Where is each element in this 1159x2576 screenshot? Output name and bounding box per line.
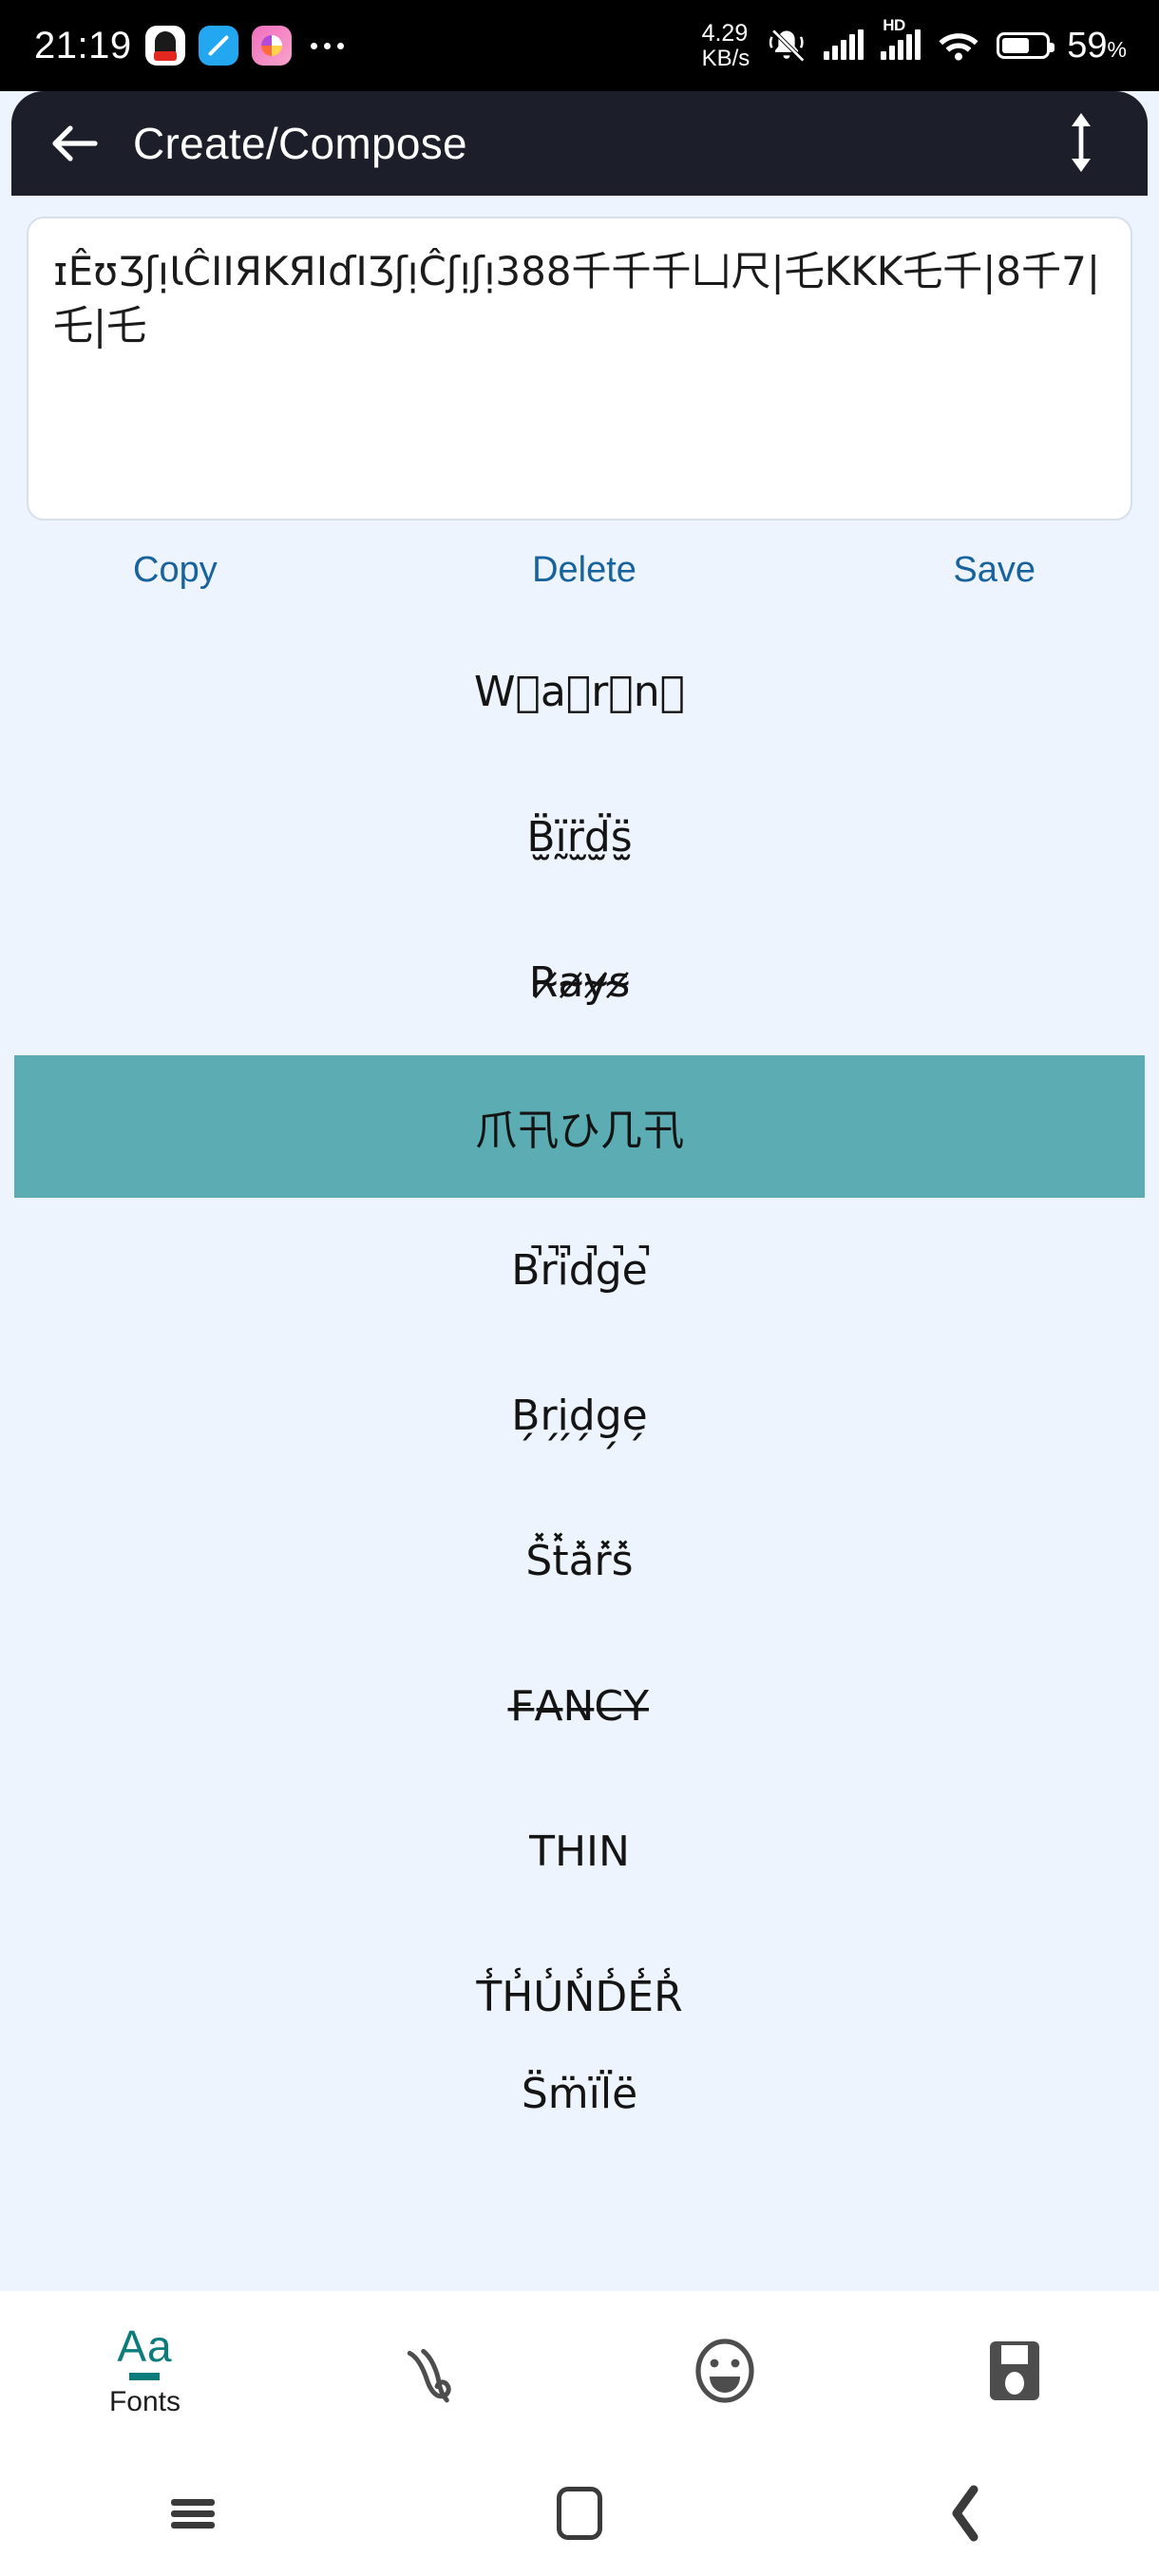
home-square-icon[interactable] xyxy=(522,2475,636,2551)
font-style-warn[interactable]: W⃠a⃠r⃠n⃠ xyxy=(0,619,1159,765)
save-floppy-icon xyxy=(989,2341,1039,2400)
font-style-smile[interactable]: S̈m̈ïl̈ë xyxy=(0,2070,1159,2127)
safari-app-icon xyxy=(198,26,238,66)
hd-label: HD xyxy=(883,16,905,34)
hd-signal-bars-icon: HD xyxy=(881,16,922,60)
tab-decorations[interactable] xyxy=(290,2338,580,2404)
delete-button[interactable]: Delete xyxy=(434,550,735,591)
back-arrow-icon[interactable] xyxy=(44,113,104,174)
status-clock: 21:19 xyxy=(34,24,132,66)
font-style-birds[interactable]: B̫̈ḭ̈r̫̈d̫̈s̫̈ xyxy=(0,765,1159,910)
emoji-smiley-icon xyxy=(694,2339,754,2403)
system-back-icon[interactable] xyxy=(909,2475,1023,2551)
wifi-icon xyxy=(939,33,978,61)
page-title: Create/Compose xyxy=(133,119,467,168)
status-bar-left: 21:19 xyxy=(0,25,344,67)
vertical-resize-icon[interactable] xyxy=(1062,113,1115,174)
network-speed: 4.29 KB/s xyxy=(702,21,750,70)
battery-percent: 59% xyxy=(1067,25,1127,66)
font-style-thin[interactable]: THIN xyxy=(0,1779,1159,1924)
status-bar-right: 4.29 KB/s HD 59% xyxy=(702,16,1159,70)
battery-icon xyxy=(997,32,1055,59)
text-input-card[interactable]: ɪÊʊƷʃᴉƖĈIIЯKЯIɗIƷʃᴉĈʃᴉʃᴉ388千千千凵尺|乇KKK乇千|… xyxy=(27,217,1132,521)
more-dots-icon xyxy=(310,42,344,49)
recents-menu-icon[interactable] xyxy=(136,2475,250,2551)
font-aa-icon: Aa xyxy=(117,2324,172,2380)
font-style-bridge-top[interactable]: B̚r̚i̚d̚g̚e̚ xyxy=(0,1198,1159,1343)
swirl-decoration-icon xyxy=(407,2348,451,2403)
font-style-rays[interactable]: R̷̴a̷̴y̷̴s̷̴ xyxy=(0,910,1159,1055)
tab-fonts[interactable]: Aa Fonts xyxy=(0,2324,290,2418)
bell-muted-icon xyxy=(770,28,805,62)
instagram-app-icon xyxy=(251,26,292,66)
app-bar-container: Create/Compose xyxy=(0,91,1159,196)
font-style-list: W⃠a⃠r⃠n⃠ B̫̈ḭ̈r̫̈d̫̈s̫̈ R̷̴a̷̴y̷̴s̷̴ 爪卂ひ… xyxy=(0,619,1159,2127)
editor-container: ɪÊʊƷʃᴉƖĈIIЯKЯIɗIƷʃᴉĈʃᴉʃᴉ388千千千凵尺|乇KKK乇千|… xyxy=(0,196,1159,521)
bottom-toolbar: Aa Fonts xyxy=(0,2291,1159,2451)
tab-save[interactable] xyxy=(869,2339,1159,2402)
font-style-stars[interactable]: S̽t̽a̽r̽s̽ xyxy=(0,1488,1159,1634)
qq-app-icon xyxy=(144,26,185,66)
copy-button[interactable]: Copy xyxy=(38,550,434,591)
signal-bars-icon xyxy=(824,29,864,60)
action-row: Copy Delete Save xyxy=(0,521,1159,619)
status-bar: 21:19 4.29 KB/s HD 59% xyxy=(0,0,1159,91)
save-button[interactable]: Save xyxy=(734,550,1121,591)
tab-fonts-label: Fonts xyxy=(108,2385,181,2417)
font-style-bridge-bottom[interactable]: B̗r̗i̗d̗g̗e̗ xyxy=(0,1343,1159,1488)
app-bar: Create/Compose xyxy=(11,91,1148,196)
font-style-cjk[interactable]: 爪卂ひ几卂 xyxy=(14,1055,1145,1198)
network-speed-unit: KB/s xyxy=(701,45,750,71)
tab-emoji[interactable] xyxy=(580,2337,869,2405)
text-input[interactable]: ɪÊʊƷʃᴉƖĈIIЯKЯIɗIƷʃᴉĈʃᴉʃᴉ388千千千凵尺|乇KKK乇千|… xyxy=(53,245,1106,352)
system-nav-bar xyxy=(0,2451,1159,2576)
font-style-fancy[interactable]: F̶A̶N̶C̶Y̶ xyxy=(0,1634,1159,1779)
network-speed-value: 4.29 xyxy=(701,20,749,47)
font-style-thunder[interactable]: T̾H̾U̾N̾D̾E̾R̾ xyxy=(0,1924,1159,2070)
